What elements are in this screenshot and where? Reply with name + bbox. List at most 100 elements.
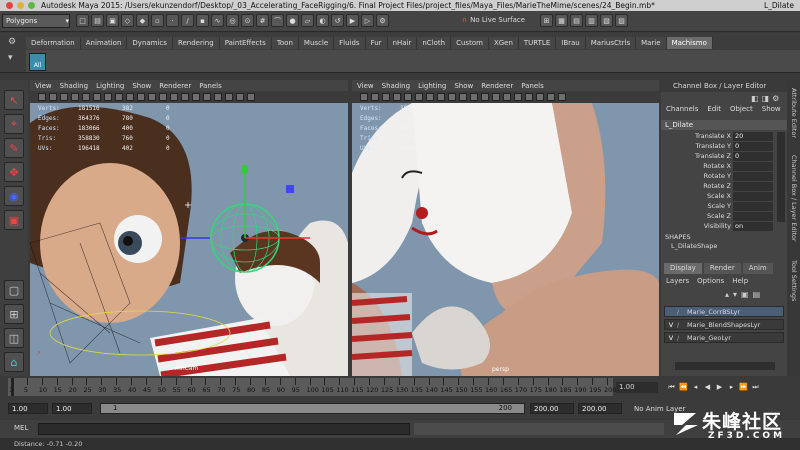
save-scene-icon[interactable]: ▣ [106, 14, 119, 27]
move-layer-down-icon[interactable]: ▾ [733, 290, 737, 299]
shelf-options-icon[interactable]: ⚙ [8, 37, 20, 49]
toggle-layer-icon[interactable]: ◨ [762, 94, 770, 103]
ipr-render-icon[interactable]: ▷ [361, 14, 374, 27]
play-backward-icon[interactable]: ◀ [703, 383, 712, 392]
go-to-end-icon[interactable]: ⏭ [751, 383, 760, 392]
cb-menu-show[interactable]: Show [762, 105, 781, 113]
aa-icon[interactable] [547, 93, 555, 101]
vp-menu-panels[interactable]: Panels [199, 82, 222, 90]
tool-settings-toggle-icon[interactable]: ▧ [600, 14, 613, 27]
modeling-toolkit-icon[interactable]: ▤ [570, 14, 583, 27]
snap-point-icon[interactable]: ● [286, 14, 299, 27]
snap-plane-icon[interactable]: ▱ [301, 14, 314, 27]
tab-anim[interactable]: Anim [742, 263, 773, 274]
resolution-gate-icon[interactable] [104, 93, 112, 101]
render-settings-icon[interactable]: ⚙ [376, 14, 389, 27]
channel-value[interactable] [733, 202, 773, 211]
layer-row[interactable]: / Marie_CorrBSLyr [664, 306, 784, 317]
shelf-tab-dynamics[interactable]: Dynamics [127, 37, 173, 49]
playback-start-field[interactable]: 1.00 [52, 403, 92, 414]
channel-row[interactable]: Rotate X [661, 162, 787, 172]
shelf-tab-machismo[interactable]: Machismo [666, 37, 713, 49]
wireframe-icon[interactable] [437, 93, 445, 101]
new-layer-selected-icon[interactable]: ▤ [753, 290, 761, 299]
channel-value[interactable] [733, 212, 773, 221]
channel-row[interactable]: Translate Y0 [661, 142, 787, 152]
smooth-shade-icon[interactable] [126, 93, 134, 101]
image-plane-icon[interactable] [71, 93, 79, 101]
zoom-window-button[interactable] [28, 2, 35, 9]
xray-icon[interactable] [503, 93, 511, 101]
command-language-label[interactable]: MEL [14, 424, 28, 432]
hud-toggle-icon[interactable] [525, 93, 533, 101]
channel-value[interactable] [733, 172, 773, 181]
start-time-field[interactable]: 1.00 [8, 403, 48, 414]
xray-joints-icon[interactable] [514, 93, 522, 101]
play-forward-icon[interactable]: ▶ [715, 383, 724, 392]
layout-four-icon[interactable]: ⊞ [4, 304, 24, 324]
cb-menu-channels[interactable]: Channels [666, 105, 698, 113]
textured-icon[interactable] [459, 93, 467, 101]
snap-curve-icon[interactable]: ⌒ [271, 14, 284, 27]
shadows-icon[interactable] [481, 93, 489, 101]
open-scene-icon[interactable]: ▤ [91, 14, 104, 27]
grid-toggle-icon[interactable] [82, 93, 90, 101]
hypershade-layout-icon[interactable]: ⌂ [4, 352, 24, 372]
hud-toggle-icon[interactable] [203, 93, 211, 101]
camera-attr-icon[interactable] [49, 93, 57, 101]
close-window-button[interactable] [6, 2, 13, 9]
step-back-key-icon[interactable]: ⏪ [679, 383, 688, 392]
layer-template-toggle[interactable]: / [677, 308, 687, 316]
paint-select-tool-icon[interactable]: ✎ [4, 138, 24, 158]
wireframe-icon[interactable] [115, 93, 123, 101]
image-plane-icon[interactable] [393, 93, 401, 101]
camera-icon[interactable] [38, 93, 46, 101]
vp-menu-panels[interactable]: Panels [521, 82, 544, 90]
channel-box-toggle-icon[interactable]: ▨ [615, 14, 628, 27]
shelf-tab-fur[interactable]: Fur [365, 37, 388, 49]
rotate-tool-icon[interactable]: ◉ [4, 186, 24, 206]
toggle-channel-icon[interactable]: ◧ [751, 94, 759, 103]
vp-menu-shading[interactable]: Shading [382, 82, 410, 90]
shelf-tab-rendering[interactable]: Rendering [172, 37, 220, 49]
shelf-tab-turtle[interactable]: TURTLE [518, 37, 557, 49]
shelf-menu-icon[interactable]: ▾ [8, 53, 20, 65]
channel-settings-icon[interactable]: ⚙ [772, 94, 779, 103]
attribute-editor-toggle-icon[interactable]: ▥ [585, 14, 598, 27]
ao-icon[interactable] [214, 93, 222, 101]
move-tool-icon[interactable]: ✥ [4, 162, 24, 182]
motion-blur-icon[interactable] [247, 93, 255, 101]
left-viewport[interactable]: View Shading Lighting Show Renderer Pane… [30, 80, 348, 376]
film-gate-icon[interactable] [415, 93, 423, 101]
playback-end-field[interactable]: 200.00 [530, 403, 574, 414]
select-tool-icon[interactable]: ↖ [4, 90, 24, 110]
bookmark-icon[interactable] [382, 93, 390, 101]
cb-menu-object[interactable]: Object [730, 105, 753, 113]
lights-icon[interactable] [470, 93, 478, 101]
command-input[interactable] [38, 423, 410, 435]
select-hierarchy-icon[interactable]: ◇ [121, 14, 134, 27]
vp-menu-view[interactable]: View [35, 82, 52, 90]
bookmark-icon[interactable] [60, 93, 68, 101]
tab-channel-box[interactable]: Channel Box / Layer Editor [790, 155, 798, 242]
new-scene-icon[interactable]: □ [76, 14, 89, 27]
range-slider[interactable]: 1 200 [100, 403, 525, 414]
go-to-start-icon[interactable]: ⏮ [667, 383, 676, 392]
layout-single-icon[interactable]: ▢ [4, 280, 24, 300]
select-object-icon[interactable]: ◆ [136, 14, 149, 27]
smooth-shade-icon[interactable] [448, 93, 456, 101]
mask-joint-icon[interactable]: ⊙ [241, 14, 254, 27]
channel-row[interactable]: Scale Y [661, 202, 787, 212]
camera-icon[interactable] [360, 93, 368, 101]
mask-edge-icon[interactable]: / [181, 14, 194, 27]
channel-row[interactable]: Scale X [661, 192, 787, 202]
shelf-all-button[interactable]: All [29, 53, 46, 71]
grid-toggle-icon[interactable] [404, 93, 412, 101]
xray-icon[interactable] [181, 93, 189, 101]
layer-row[interactable]: V / Marie_BlendShapesLyr [664, 319, 784, 330]
time-slider[interactable]: 1510152025303540455055606570758085909510… [8, 378, 616, 396]
channel-value[interactable]: 0 [733, 142, 773, 151]
layer-visibility-toggle[interactable]: V [665, 321, 677, 329]
lasso-tool-icon[interactable]: ⌖ [4, 114, 24, 134]
layout-two-icon[interactable]: ◫ [4, 328, 24, 348]
